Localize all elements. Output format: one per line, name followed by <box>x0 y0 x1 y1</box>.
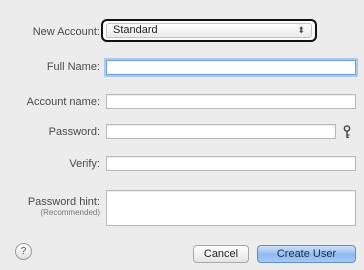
new-account-label: New Account: <box>32 26 100 38</box>
help-button[interactable]: ? <box>15 243 32 260</box>
verify-label: Verify: <box>69 158 100 170</box>
full-name-label: Full Name: <box>46 61 100 73</box>
cancel-button[interactable]: Cancel <box>193 245 249 263</box>
password-label: Password: <box>48 126 100 138</box>
key-icon[interactable] <box>342 125 352 139</box>
password-field[interactable] <box>106 124 336 139</box>
create-user-button[interactable]: Create User <box>257 245 356 263</box>
full-name-field[interactable] <box>106 60 356 75</box>
account-name-field[interactable] <box>106 94 356 109</box>
verify-field[interactable] <box>106 156 356 171</box>
account-name-label: Account name: <box>26 96 100 108</box>
new-account-value: Standard <box>113 24 158 36</box>
password-hint-sublabel: (Recommended) <box>40 208 100 217</box>
question-mark-icon: ? <box>20 246 27 257</box>
password-hint-field[interactable] <box>106 190 356 226</box>
up-down-arrows-icon: ⬍ <box>297 25 305 35</box>
new-account-popup[interactable]: Standard ⬍ <box>106 23 312 38</box>
